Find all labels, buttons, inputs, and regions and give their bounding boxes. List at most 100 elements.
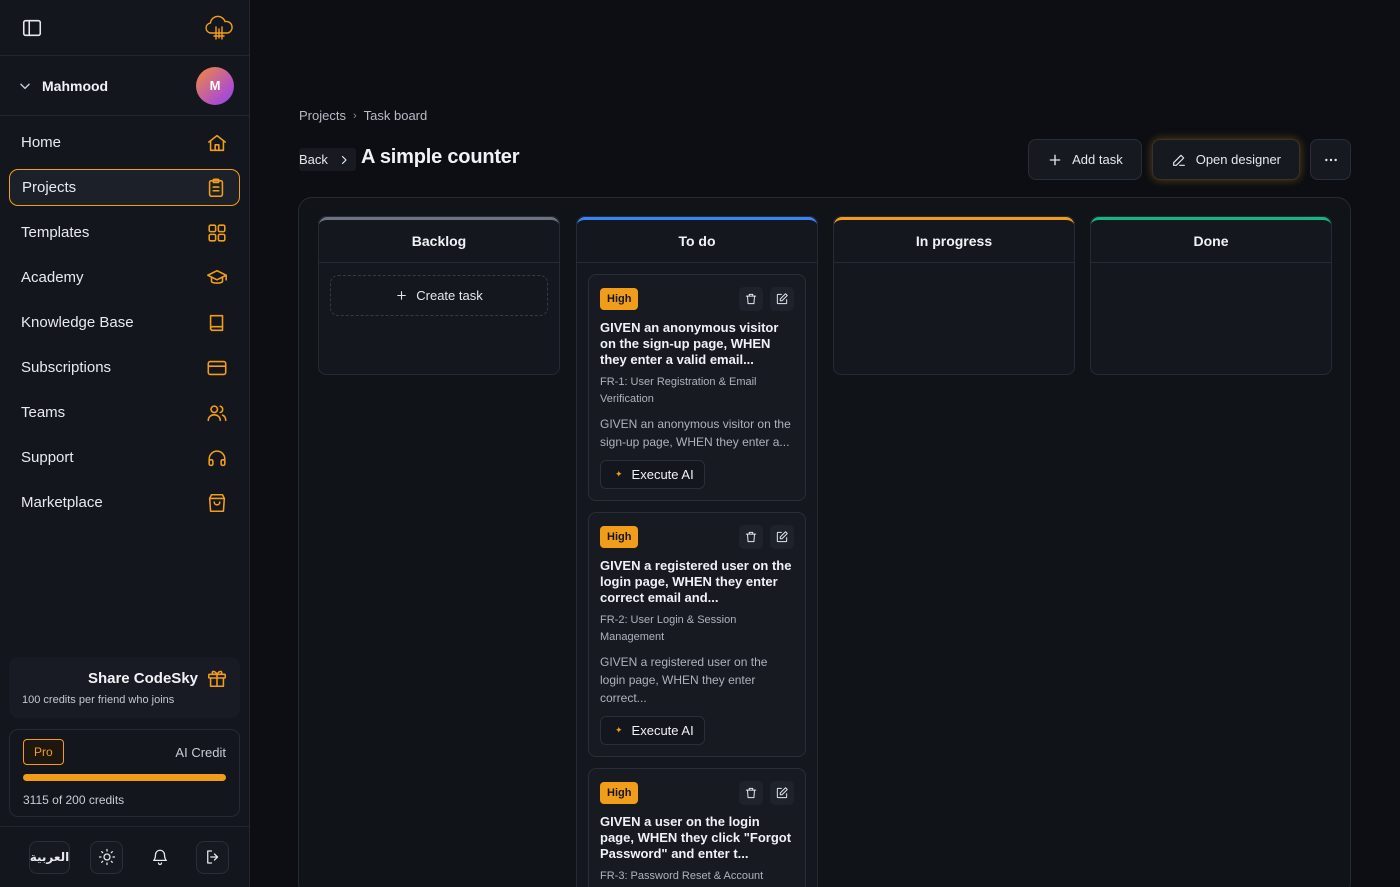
execute-ai-label: Execute AI xyxy=(631,467,694,482)
sidebar-item-support[interactable]: Support xyxy=(9,439,240,476)
task-requirement: FR-2: User Login & Session Management xyxy=(600,614,737,643)
breadcrumb-current: Task board xyxy=(363,108,428,123)
trash-icon xyxy=(744,292,758,306)
cloud-logo-icon[interactable] xyxy=(203,12,235,44)
clipboard-icon xyxy=(205,177,227,199)
breadcrumb-projects-link[interactable]: Projects xyxy=(299,108,346,123)
breadcrumb-separator: › xyxy=(352,109,357,122)
sparkle-icon: ✦ xyxy=(615,725,623,735)
avatar[interactable]: M xyxy=(196,66,234,105)
delete-task-button[interactable] xyxy=(739,287,763,311)
open-designer-button[interactable]: Open designer xyxy=(1151,139,1300,180)
credit-text: 3115 of 200 credits xyxy=(23,793,125,807)
theme-toggle-button[interactable] xyxy=(90,840,123,874)
share-card[interactable]: Share CodeSky 100 credits per friend who… xyxy=(9,657,240,718)
task-title: GIVEN an anonymous visitor on the sign-u… xyxy=(600,320,779,367)
logout-icon xyxy=(204,848,222,866)
chevron-down-icon xyxy=(18,79,32,93)
share-subtitle: 100 credits per friend who joins xyxy=(22,694,175,706)
sidebar-item-templates[interactable]: Templates xyxy=(9,214,240,251)
column-header: Done xyxy=(1091,217,1331,263)
credit-label: AI Credit xyxy=(175,744,226,760)
edit-icon xyxy=(775,786,789,800)
task-card[interactable]: High GIVEN an anonymous visitor on the s… xyxy=(588,274,806,501)
sidebar-item-knowledge-base[interactable]: Knowledge Base xyxy=(9,304,240,341)
more-horizontal-icon xyxy=(1323,152,1339,168)
book-icon xyxy=(206,312,228,334)
sidebar-item-label: Home xyxy=(21,134,62,151)
breadcrumb: Projects › Task board xyxy=(299,108,427,123)
execute-ai-label: Execute AI xyxy=(631,723,694,738)
priority-badge: High xyxy=(600,526,639,548)
delete-task-button[interactable] xyxy=(739,781,763,805)
execute-ai-button[interactable]: ✦ Execute AI xyxy=(600,716,705,745)
column-todo: To do High GIVEN an anonymous visitor on… xyxy=(576,216,818,887)
edit-task-button[interactable] xyxy=(770,287,794,311)
create-task-button[interactable]: Create task xyxy=(330,275,548,316)
language-button[interactable]: العربية xyxy=(29,840,70,874)
header-actions: Add task Open designer xyxy=(1028,139,1351,180)
back-button[interactable]: Back xyxy=(299,148,356,171)
logout-button[interactable] xyxy=(196,840,229,874)
sidebar-item-label: Academy xyxy=(21,269,84,286)
edit-task-button[interactable] xyxy=(770,525,794,549)
column-in-progress: In progress xyxy=(833,216,1075,375)
sidebar-item-home[interactable]: Home xyxy=(9,124,240,161)
sidebar-item-label: Teams xyxy=(21,404,66,421)
plus-icon xyxy=(395,289,408,302)
task-card[interactable]: High GIVEN a user on the login page, WHE… xyxy=(588,768,806,887)
sun-icon xyxy=(98,848,116,866)
sidebar-nav: Home Projects Templates Academy Knowledg… xyxy=(0,116,249,521)
edit-task-button[interactable] xyxy=(770,781,794,805)
sidebar-item-label: Marketplace xyxy=(21,494,103,511)
column-header: To do xyxy=(577,217,817,263)
edit-icon xyxy=(775,292,789,306)
sidebar-item-label: Subscriptions xyxy=(21,359,112,376)
create-task-label: Create task xyxy=(416,288,483,303)
sidebar: Mahmood M Home Projects Templates Academ… xyxy=(0,0,250,887)
task-title: GIVEN a registered user on the login pag… xyxy=(600,558,792,605)
user-switcher[interactable]: Mahmood M xyxy=(0,56,249,116)
delete-task-button[interactable] xyxy=(739,525,763,549)
credit-card-icon xyxy=(206,357,228,379)
trash-icon xyxy=(744,786,758,800)
column-header: In progress xyxy=(834,217,1074,263)
sidebar-toggle-icon[interactable] xyxy=(21,17,43,39)
sidebar-item-label: Templates xyxy=(21,224,90,241)
plus-icon xyxy=(1047,152,1063,168)
shopping-bag-icon xyxy=(206,492,228,514)
priority-badge: High xyxy=(600,288,639,310)
share-title: Share CodeSky xyxy=(87,669,198,687)
sidebar-item-academy[interactable]: Academy xyxy=(9,259,240,296)
sidebar-item-marketplace[interactable]: Marketplace xyxy=(9,484,240,521)
sidebar-item-label: Support xyxy=(21,449,74,466)
gift-icon xyxy=(206,667,228,689)
task-requirement: FR-1: User Registration & Email Verifica… xyxy=(600,376,757,405)
add-task-button[interactable]: Add task xyxy=(1028,139,1142,180)
edit-icon xyxy=(775,530,789,544)
headphones-icon xyxy=(206,447,228,469)
trash-icon xyxy=(744,530,758,544)
notifications-button[interactable] xyxy=(143,841,176,874)
sidebar-item-label: Knowledge Base xyxy=(21,314,134,331)
task-requirement: FR-3: Password Reset & Account Recovery xyxy=(600,870,764,882)
credit-panel: Pro AI Credit 3115 of 200 credits xyxy=(9,729,240,817)
credit-progress-bar xyxy=(23,774,226,781)
home-icon xyxy=(206,132,228,154)
plan-badge[interactable]: Pro xyxy=(23,739,64,765)
page-title: A simple counter xyxy=(361,146,520,168)
more-options-button[interactable] xyxy=(1310,139,1351,180)
execute-ai-button[interactable]: ✦ Execute AI xyxy=(600,460,705,489)
column-done: Done xyxy=(1090,216,1332,375)
sidebar-item-teams[interactable]: Teams xyxy=(9,394,240,431)
column-header: Backlog xyxy=(319,217,559,263)
sidebar-item-subscriptions[interactable]: Subscriptions xyxy=(9,349,240,386)
users-icon xyxy=(206,402,228,424)
sidebar-footer: العربية xyxy=(0,826,249,887)
column-backlog: Backlog Create task xyxy=(318,216,560,375)
user-name: Mahmood xyxy=(42,77,109,94)
open-designer-label: Open designer xyxy=(1195,152,1281,167)
sidebar-item-projects[interactable]: Projects xyxy=(9,169,240,206)
task-card[interactable]: High GIVEN a registered user on the logi… xyxy=(588,512,806,757)
task-description: GIVEN a registered user on the login pag… xyxy=(600,655,768,705)
